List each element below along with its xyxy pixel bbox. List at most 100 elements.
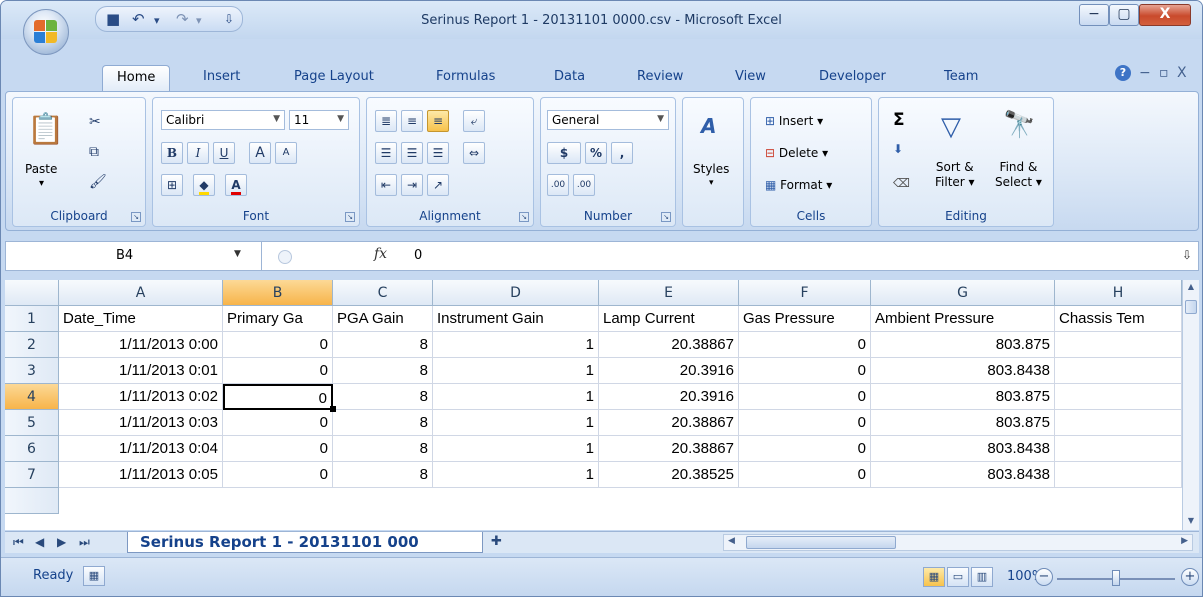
- column-header-c[interactable]: C: [333, 280, 433, 306]
- table-cell[interactable]: 20.38867: [599, 410, 739, 436]
- page-layout-view-button[interactable]: ▭: [947, 567, 969, 587]
- row-header[interactable]: [5, 488, 59, 514]
- table-cell[interactable]: 8: [333, 462, 433, 488]
- table-cell[interactable]: 803.8438: [871, 462, 1055, 488]
- align-bottom-button[interactable]: ≡: [427, 110, 449, 132]
- table-cell[interactable]: 803.875: [871, 410, 1055, 436]
- alignment-launcher-icon[interactable]: ↘: [519, 212, 529, 222]
- column-header-e[interactable]: E: [599, 280, 739, 306]
- table-cell[interactable]: 0: [223, 358, 333, 384]
- table-cell[interactable]: 1/11/2013 0:03: [59, 410, 223, 436]
- align-top-button[interactable]: ≣: [375, 110, 397, 132]
- ribbon-restore-icon[interactable]: ▫: [1159, 65, 1169, 81]
- table-cell[interactable]: 0: [739, 462, 871, 488]
- table-cell[interactable]: [1055, 358, 1182, 384]
- scroll-down-icon[interactable]: ▼: [1185, 516, 1197, 528]
- table-cell[interactable]: 1/11/2013 0:01: [59, 358, 223, 384]
- column-header-h[interactable]: H: [1055, 280, 1182, 306]
- column-header-b[interactable]: B: [223, 280, 333, 306]
- increase-decimal-button[interactable]: .00: [547, 174, 569, 196]
- formula-input[interactable]: 0: [414, 248, 422, 263]
- table-cell[interactable]: [1055, 332, 1182, 358]
- insert-function-icon[interactable]: fx: [374, 246, 387, 262]
- table-cell[interactable]: Ambient Pressure: [871, 306, 1055, 332]
- last-sheet-icon[interactable]: ⏭: [79, 535, 90, 550]
- clear-button[interactable]: ⌫: [893, 176, 910, 190]
- help-icon[interactable]: ?: [1115, 65, 1131, 81]
- table-cell[interactable]: Instrument Gain: [433, 306, 599, 332]
- font-color-button[interactable]: A: [225, 174, 247, 196]
- wrap-text-button[interactable]: ⤶: [463, 110, 485, 132]
- fill-button[interactable]: ⬇: [893, 142, 903, 156]
- table-cell[interactable]: 0: [223, 332, 333, 358]
- table-cell[interactable]: 20.38867: [599, 436, 739, 462]
- table-cell[interactable]: Lamp Current: [599, 306, 739, 332]
- table-cell[interactable]: 1: [433, 462, 599, 488]
- table-cell[interactable]: 1/11/2013 0:05: [59, 462, 223, 488]
- comma-button[interactable]: ,: [611, 142, 633, 164]
- row-header[interactable]: 7: [5, 462, 59, 488]
- table-cell[interactable]: 1: [433, 358, 599, 384]
- orientation-button[interactable]: ↗: [427, 174, 449, 196]
- close-button[interactable]: X: [1139, 4, 1191, 26]
- column-header-f[interactable]: F: [739, 280, 871, 306]
- row-header[interactable]: 6: [5, 436, 59, 462]
- table-cell[interactable]: 0: [739, 410, 871, 436]
- table-cell[interactable]: 0: [739, 332, 871, 358]
- vertical-scrollbar[interactable]: ▲ ▼: [1182, 280, 1199, 530]
- office-button[interactable]: [23, 9, 69, 55]
- tab-insert[interactable]: Insert: [203, 65, 240, 91]
- paste-dropdown-icon[interactable]: ▾: [39, 178, 44, 189]
- align-middle-button[interactable]: ≡: [401, 110, 423, 132]
- bold-button[interactable]: B: [161, 142, 183, 164]
- tab-developer[interactable]: Developer: [819, 65, 886, 91]
- number-format-select[interactable]: General ▼: [547, 110, 669, 130]
- find-select-button[interactable]: Find & Select ▾: [995, 160, 1042, 190]
- tab-page-layout[interactable]: Page Layout: [294, 65, 374, 91]
- zoom-slider-thumb[interactable]: [1112, 570, 1120, 586]
- page-break-view-button[interactable]: ▥: [971, 567, 993, 587]
- column-header-g[interactable]: G: [871, 280, 1055, 306]
- table-cell[interactable]: [1055, 436, 1182, 462]
- tab-data[interactable]: Data: [554, 65, 585, 91]
- row-header[interactable]: 4: [5, 384, 59, 410]
- insert-sheet-icon[interactable]: ✚: [491, 534, 502, 549]
- macro-record-icon[interactable]: ▦: [83, 566, 105, 586]
- table-cell[interactable]: [1055, 462, 1182, 488]
- table-cell[interactable]: Date_Time: [59, 306, 223, 332]
- table-cell[interactable]: 803.8438: [871, 436, 1055, 462]
- scroll-right-icon[interactable]: ▶: [1181, 536, 1188, 546]
- table-cell[interactable]: 8: [333, 384, 433, 410]
- table-cell[interactable]: Primary Ga: [223, 306, 333, 332]
- table-cell[interactable]: 1/11/2013 0:02: [59, 384, 223, 410]
- grow-font-button[interactable]: A: [249, 142, 271, 164]
- tab-review[interactable]: Review: [637, 65, 683, 91]
- normal-view-button[interactable]: ▦: [923, 567, 945, 587]
- font-family-select[interactable]: Calibri ▼: [161, 110, 285, 130]
- tab-home[interactable]: Home: [102, 65, 171, 91]
- scroll-up-icon[interactable]: ▲: [1185, 282, 1197, 294]
- paste-button[interactable]: Paste: [25, 162, 57, 176]
- row-header[interactable]: 1: [5, 306, 59, 332]
- table-cell[interactable]: 20.38867: [599, 332, 739, 358]
- fill-color-button[interactable]: ◆: [193, 174, 215, 196]
- find-select-icon[interactable]: 🔭: [1003, 110, 1035, 140]
- tab-view[interactable]: View: [735, 65, 766, 91]
- table-cell[interactable]: 1: [433, 332, 599, 358]
- cut-icon[interactable]: ✂: [89, 114, 101, 130]
- table-cell[interactable]: 1: [433, 384, 599, 410]
- ribbon-minimize-icon[interactable]: −: [1139, 65, 1151, 81]
- table-cell[interactable]: 0: [739, 436, 871, 462]
- vertical-scroll-thumb[interactable]: [1185, 300, 1197, 314]
- sort-filter-icon[interactable]: ▽: [941, 112, 961, 142]
- zoom-in-button[interactable]: +: [1181, 568, 1199, 586]
- prev-sheet-icon[interactable]: ◀: [35, 535, 44, 549]
- formula-bar-expand-icon[interactable]: [278, 250, 292, 264]
- decrease-decimal-button[interactable]: .00: [573, 174, 595, 196]
- table-cell[interactable]: 8: [333, 436, 433, 462]
- fill-handle[interactable]: [330, 406, 336, 412]
- shrink-font-button[interactable]: A: [275, 142, 297, 164]
- horizontal-scrollbar[interactable]: ◀ ▶: [723, 534, 1193, 551]
- clipboard-launcher-icon[interactable]: ↘: [131, 212, 141, 222]
- delete-cells-button[interactable]: ⊟ Delete ▾: [765, 146, 828, 160]
